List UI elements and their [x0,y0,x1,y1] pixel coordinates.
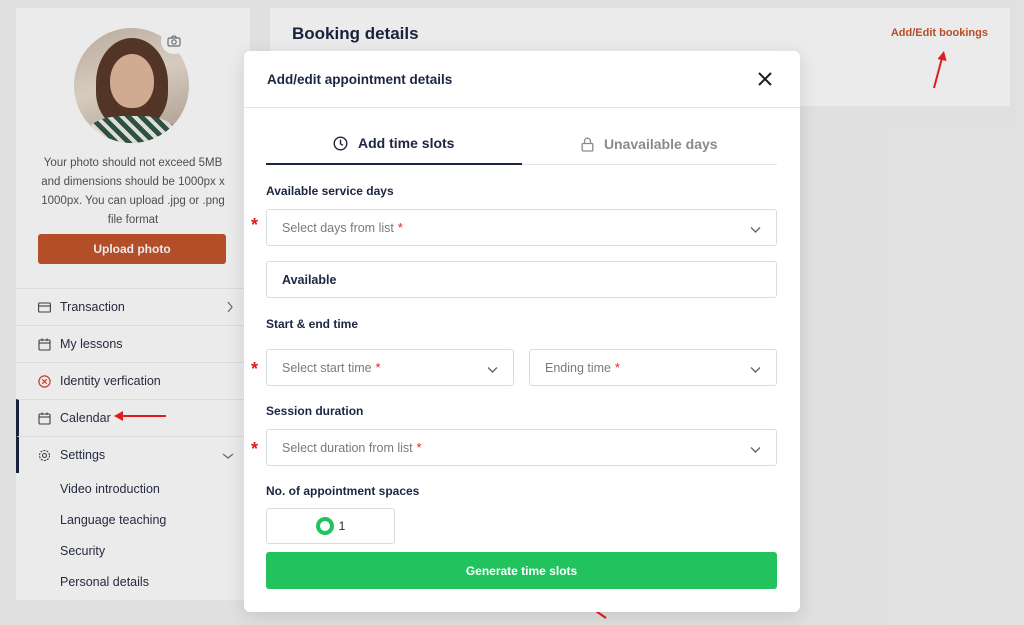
required-marker: * [397,220,403,235]
required-marker: * [416,440,422,455]
chevron-down-icon [750,443,761,457]
duration-placeholder: Select duration from list [282,440,413,455]
required-marker: * [251,359,259,379]
tab-label: Add time slots [358,135,455,151]
required-marker: * [615,360,620,375]
clock-icon [333,135,348,151]
days-select[interactable]: Select days from list * [266,209,777,246]
required-marker: * [251,439,259,459]
end-placeholder: Ending time [545,360,612,375]
modal-tabs: Add time slots Unavailable days [266,123,777,165]
spaces-value: 1 [338,519,346,533]
required-marker: * [375,360,381,375]
appointment-modal: Add/edit appointment details Add time sl… [244,51,800,612]
required-marker: * [251,215,259,235]
chevron-down-icon [750,223,761,237]
service-days-label: Available service days [266,184,394,198]
duration-label: Session duration [266,404,364,418]
chevron-down-icon [487,363,498,377]
close-icon[interactable] [754,68,776,90]
chevron-down-icon [750,363,761,377]
start-placeholder: Select start time [282,360,372,375]
lock-icon [581,137,594,152]
ring-icon [315,517,334,535]
time-label: Start & end time [266,317,359,331]
days-placeholder: Select days from list [282,220,394,235]
availability-field[interactable]: Available [266,261,777,298]
modal-header: Add/edit appointment details [244,51,800,108]
tab-add-time-slots[interactable]: Add time slots [266,123,522,165]
tab-unavailable-days[interactable]: Unavailable days [522,123,778,165]
start-time-select[interactable]: Select start time * [266,349,514,386]
tab-label: Unavailable days [603,136,718,152]
spaces-stepper[interactable]: 1 [266,508,395,544]
duration-select[interactable]: Select duration from list * [266,429,777,466]
end-time-select[interactable]: Ending time * [529,349,777,386]
modal-title: Add/edit appointment details [267,71,453,87]
spaces-label: No. of appointment spaces [266,484,420,498]
generate-time-slots-button[interactable]: Generate time slots [266,552,777,589]
